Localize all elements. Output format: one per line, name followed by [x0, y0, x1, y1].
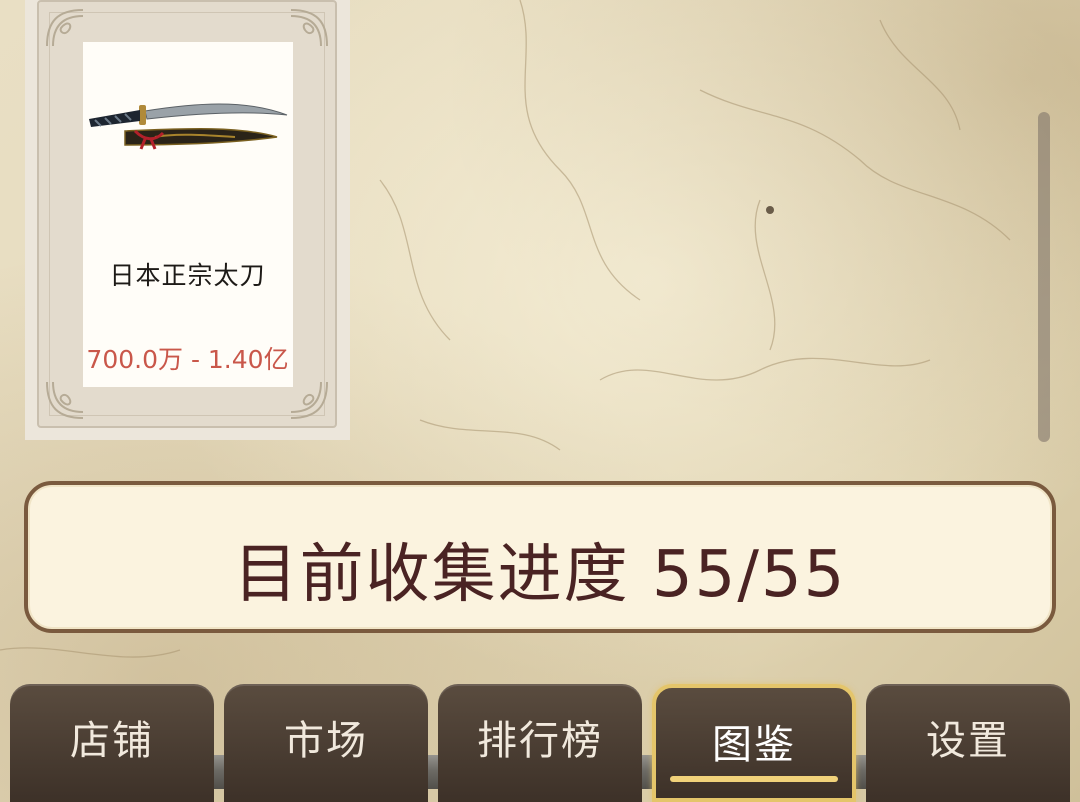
- tab-leaderboard[interactable]: 排行榜: [438, 684, 642, 802]
- tab-label: 设置: [926, 718, 1010, 764]
- tab-market[interactable]: 市场: [224, 684, 428, 802]
- scrollbar[interactable]: [1038, 112, 1050, 442]
- tab-shop[interactable]: 店铺: [10, 684, 214, 802]
- collection-progress-text: 目前收集进度 55/55: [233, 538, 847, 612]
- tab-label: 图鉴: [712, 722, 796, 768]
- tab-collection[interactable]: 图鉴: [652, 684, 856, 802]
- tab-label: 店铺: [70, 718, 154, 764]
- tab-label: 排行榜: [477, 718, 603, 764]
- tab-settings[interactable]: 设置: [866, 684, 1070, 802]
- katana-icon: [89, 103, 288, 150]
- item-name: 日本正宗太刀: [109, 261, 266, 290]
- item-price-range: 700.0万 - 1.40亿: [86, 345, 289, 374]
- active-tab-indicator: [670, 776, 838, 782]
- tab-label: 市场: [284, 718, 368, 764]
- collection-progress-panel: 目前收集进度 55/55: [24, 481, 1056, 633]
- card-panel: [83, 42, 293, 387]
